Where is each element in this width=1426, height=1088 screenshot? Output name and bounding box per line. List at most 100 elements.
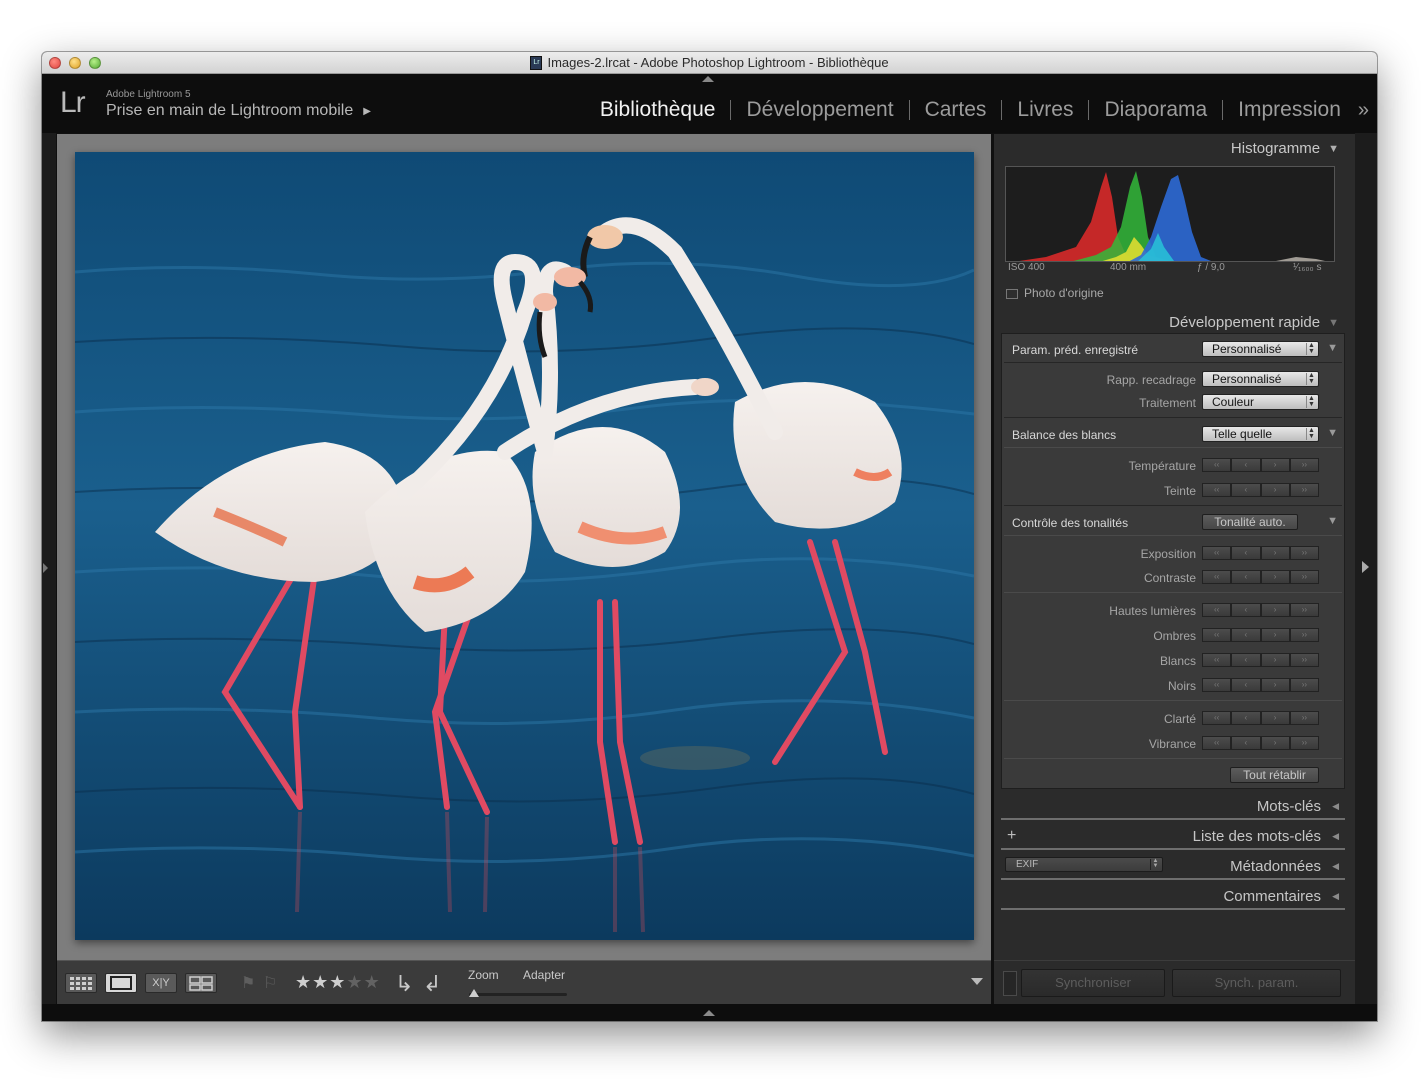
big-increase-button[interactable]: ›› bbox=[1289, 603, 1319, 617]
compare-view-button[interactable]: X|Y bbox=[145, 973, 177, 993]
crop-ratio-popup[interactable]: Personnalisé ▲ ▼ bbox=[1202, 371, 1319, 387]
decrease-button[interactable]: ‹ bbox=[1231, 546, 1261, 560]
big-decrease-button[interactable]: ‹‹ bbox=[1202, 570, 1232, 584]
decrease-button[interactable]: ‹ bbox=[1231, 570, 1261, 584]
zoom-window-button[interactable] bbox=[89, 57, 101, 69]
big-increase-button[interactable]: ›› bbox=[1289, 678, 1319, 692]
sync-button[interactable]: Synchroniser bbox=[1021, 969, 1165, 997]
increase-button[interactable]: › bbox=[1260, 711, 1290, 725]
big-decrease-button[interactable]: ‹‹ bbox=[1202, 628, 1232, 642]
decrease-button[interactable]: ‹ bbox=[1231, 483, 1261, 497]
minimize-window-button[interactable] bbox=[69, 57, 81, 69]
saved-preset-expand-icon[interactable]: ▼ bbox=[1327, 342, 1338, 354]
saved-preset-popup[interactable]: Personnalisé ▲ ▼ bbox=[1202, 341, 1319, 357]
auto-sync-switch[interactable] bbox=[1003, 971, 1017, 996]
star-icon[interactable]: ★ bbox=[346, 972, 363, 992]
decrease-button[interactable]: ‹ bbox=[1231, 628, 1261, 642]
big-decrease-button[interactable]: ‹‹ bbox=[1202, 678, 1232, 692]
filmstrip-collapsed[interactable] bbox=[42, 1004, 1377, 1021]
rotate-left-icon[interactable]: ↳ bbox=[395, 971, 413, 997]
metadata-panel-header[interactable]: EXIF ▲ ▼ Métadonnées ◀ bbox=[1001, 852, 1345, 880]
big-decrease-button[interactable]: ‹‹ bbox=[1202, 458, 1232, 472]
close-window-button[interactable] bbox=[49, 57, 61, 69]
decrease-button[interactable]: ‹ bbox=[1231, 653, 1261, 667]
comments-panel-header[interactable]: Commentaires ◀ bbox=[1001, 882, 1345, 910]
big-increase-button[interactable]: ›› bbox=[1289, 653, 1319, 667]
keywording-expand-icon[interactable]: ◀ bbox=[1332, 801, 1339, 812]
module-map[interactable]: Cartes bbox=[910, 98, 1002, 122]
zoom-slider-knob[interactable] bbox=[469, 989, 479, 997]
module-slideshow[interactable]: Diaporama bbox=[1089, 98, 1222, 122]
white-balance-expand-icon[interactable]: ▼ bbox=[1327, 427, 1338, 439]
zoom-slider[interactable] bbox=[469, 993, 567, 996]
right-panel-edge[interactable] bbox=[1355, 133, 1377, 1004]
auto-tone-button[interactable]: Tonalité auto. bbox=[1202, 514, 1298, 530]
rotate-right-icon[interactable]: ↲ bbox=[423, 971, 441, 997]
treatment-popup[interactable]: Couleur ▲ ▼ bbox=[1202, 394, 1319, 410]
comments-expand-icon[interactable]: ◀ bbox=[1332, 891, 1339, 902]
increase-button[interactable]: › bbox=[1260, 736, 1290, 750]
grid-view-button[interactable] bbox=[65, 973, 97, 993]
keyword-list-panel-header[interactable]: + Liste des mots-clés ◀ bbox=[1001, 822, 1345, 850]
increase-button[interactable]: › bbox=[1260, 603, 1290, 617]
increase-button[interactable]: › bbox=[1260, 570, 1290, 584]
big-decrease-button[interactable]: ‹‹ bbox=[1202, 546, 1232, 560]
tone-control-expand-icon[interactable]: ▼ bbox=[1327, 515, 1338, 527]
keyword-list-expand-icon[interactable]: ◀ bbox=[1332, 831, 1339, 842]
star-icon[interactable]: ★ bbox=[364, 972, 381, 992]
module-library[interactable]: Bibliothèque bbox=[585, 98, 731, 122]
original-photo-checkbox[interactable] bbox=[1006, 289, 1018, 299]
photo-preview[interactable] bbox=[75, 152, 974, 940]
loupe-view-button[interactable] bbox=[105, 973, 137, 993]
increase-button[interactable]: › bbox=[1260, 458, 1290, 472]
expand-filmstrip-icon[interactable] bbox=[703, 1010, 715, 1016]
big-decrease-button[interactable]: ‹‹ bbox=[1202, 736, 1232, 750]
big-increase-button[interactable]: ›› bbox=[1289, 570, 1319, 584]
big-increase-button[interactable]: ›› bbox=[1289, 546, 1319, 560]
histogram-header[interactable]: Histogramme ▼ bbox=[1231, 140, 1339, 157]
metadata-preset-select[interactable]: EXIF ▲ ▼ bbox=[1005, 857, 1163, 872]
decrease-button[interactable]: ‹ bbox=[1231, 603, 1261, 617]
collapse-top-panel-icon[interactable] bbox=[702, 76, 714, 82]
histogram-chart[interactable] bbox=[1005, 166, 1335, 262]
histogram-collapse-icon[interactable]: ▼ bbox=[1328, 143, 1339, 155]
collapse-right-panel-icon[interactable] bbox=[1362, 561, 1369, 573]
reject-flag-icon[interactable]: ⚐ bbox=[263, 973, 277, 993]
module-book[interactable]: Livres bbox=[1002, 98, 1088, 122]
star-rating[interactable]: ★★★★★ bbox=[295, 972, 381, 993]
big-decrease-button[interactable]: ‹‹ bbox=[1202, 711, 1232, 725]
big-increase-button[interactable]: ›› bbox=[1289, 711, 1319, 725]
increase-button[interactable]: › bbox=[1260, 546, 1290, 560]
big-decrease-button[interactable]: ‹‹ bbox=[1202, 603, 1232, 617]
white-balance-popup[interactable]: Telle quelle ▲ ▼ bbox=[1202, 426, 1319, 442]
keywording-panel-header[interactable]: Mots-clés ◀ bbox=[1001, 792, 1345, 820]
more-modules-icon[interactable]: » bbox=[1356, 99, 1369, 122]
big-decrease-button[interactable]: ‹‹ bbox=[1202, 653, 1232, 667]
module-develop[interactable]: Développement bbox=[731, 98, 908, 122]
decrease-button[interactable]: ‹ bbox=[1231, 678, 1261, 692]
big-increase-button[interactable]: ›› bbox=[1289, 458, 1319, 472]
star-icon[interactable]: ★ bbox=[312, 972, 329, 992]
decrease-button[interactable]: ‹ bbox=[1231, 736, 1261, 750]
survey-view-button[interactable] bbox=[185, 973, 217, 993]
decrease-button[interactable]: ‹ bbox=[1231, 458, 1261, 472]
toolbar-content-dropdown-icon[interactable] bbox=[971, 978, 983, 985]
increase-button[interactable]: › bbox=[1260, 653, 1290, 667]
big-increase-button[interactable]: ›› bbox=[1289, 628, 1319, 642]
sync-settings-button[interactable]: Synch. param. bbox=[1172, 969, 1341, 997]
increase-button[interactable]: › bbox=[1260, 483, 1290, 497]
expand-left-panel-icon[interactable] bbox=[43, 563, 48, 573]
big-increase-button[interactable]: ›› bbox=[1289, 736, 1319, 750]
reset-all-button[interactable]: Tout rétablir bbox=[1230, 767, 1319, 783]
big-decrease-button[interactable]: ‹‹ bbox=[1202, 483, 1232, 497]
star-icon[interactable]: ★ bbox=[329, 972, 346, 992]
increase-button[interactable]: › bbox=[1260, 678, 1290, 692]
module-print[interactable]: Impression bbox=[1223, 98, 1356, 122]
quick-develop-header[interactable]: Développement rapide ▼ bbox=[1169, 314, 1339, 331]
identity-plate-arrow-icon[interactable]: ▶ bbox=[363, 106, 371, 117]
left-panel-collapsed[interactable] bbox=[42, 133, 56, 1004]
add-keyword-icon[interactable]: + bbox=[1007, 827, 1016, 845]
decrease-button[interactable]: ‹ bbox=[1231, 711, 1261, 725]
star-icon[interactable]: ★ bbox=[295, 972, 312, 992]
metadata-expand-icon[interactable]: ◀ bbox=[1332, 861, 1339, 872]
